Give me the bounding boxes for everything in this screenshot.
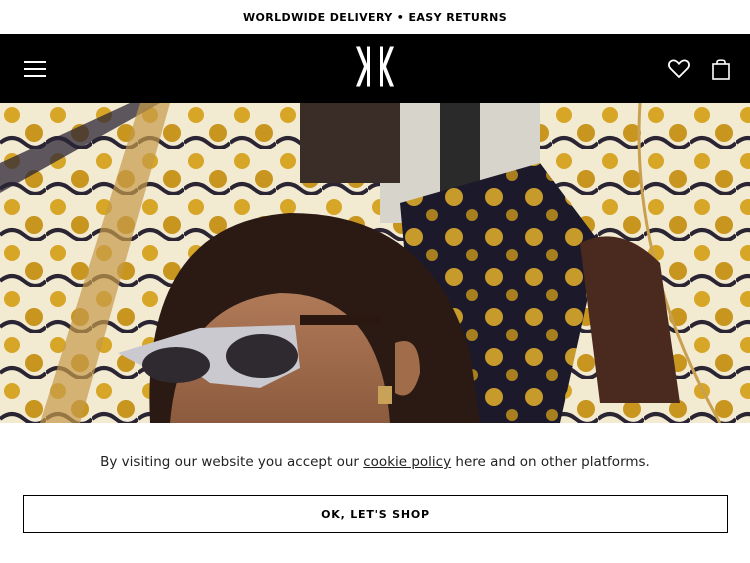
cookie-policy-link[interactable]: cookie policy	[363, 454, 451, 470]
site-header	[0, 34, 750, 103]
campaign-photo	[0, 103, 750, 423]
accept-cookies-button[interactable]: OK, LET'S SHOP	[23, 495, 728, 533]
hero-image[interactable]	[0, 103, 750, 423]
hamburger-menu-icon	[24, 60, 46, 77]
promo-bar: WORLDWIDE DELIVERY • EASY RETURNS	[0, 0, 750, 34]
shopping-bag-icon	[712, 58, 730, 80]
bag-button[interactable]	[712, 58, 730, 80]
brand-monogram-logo	[356, 46, 394, 86]
cookie-message: By visiting our website you accept our c…	[0, 454, 750, 470]
brand-logo[interactable]	[356, 46, 394, 91]
cookie-text-before: By visiting our website you accept our	[100, 454, 364, 470]
wishlist-button[interactable]	[668, 58, 690, 79]
menu-button[interactable]	[24, 60, 46, 77]
heart-icon	[668, 58, 690, 78]
cookie-banner: By visiting our website you accept our c…	[0, 423, 750, 563]
cookie-text-after: here and on other platforms.	[451, 454, 650, 470]
promo-text: WORLDWIDE DELIVERY • EASY RETURNS	[242, 10, 508, 24]
